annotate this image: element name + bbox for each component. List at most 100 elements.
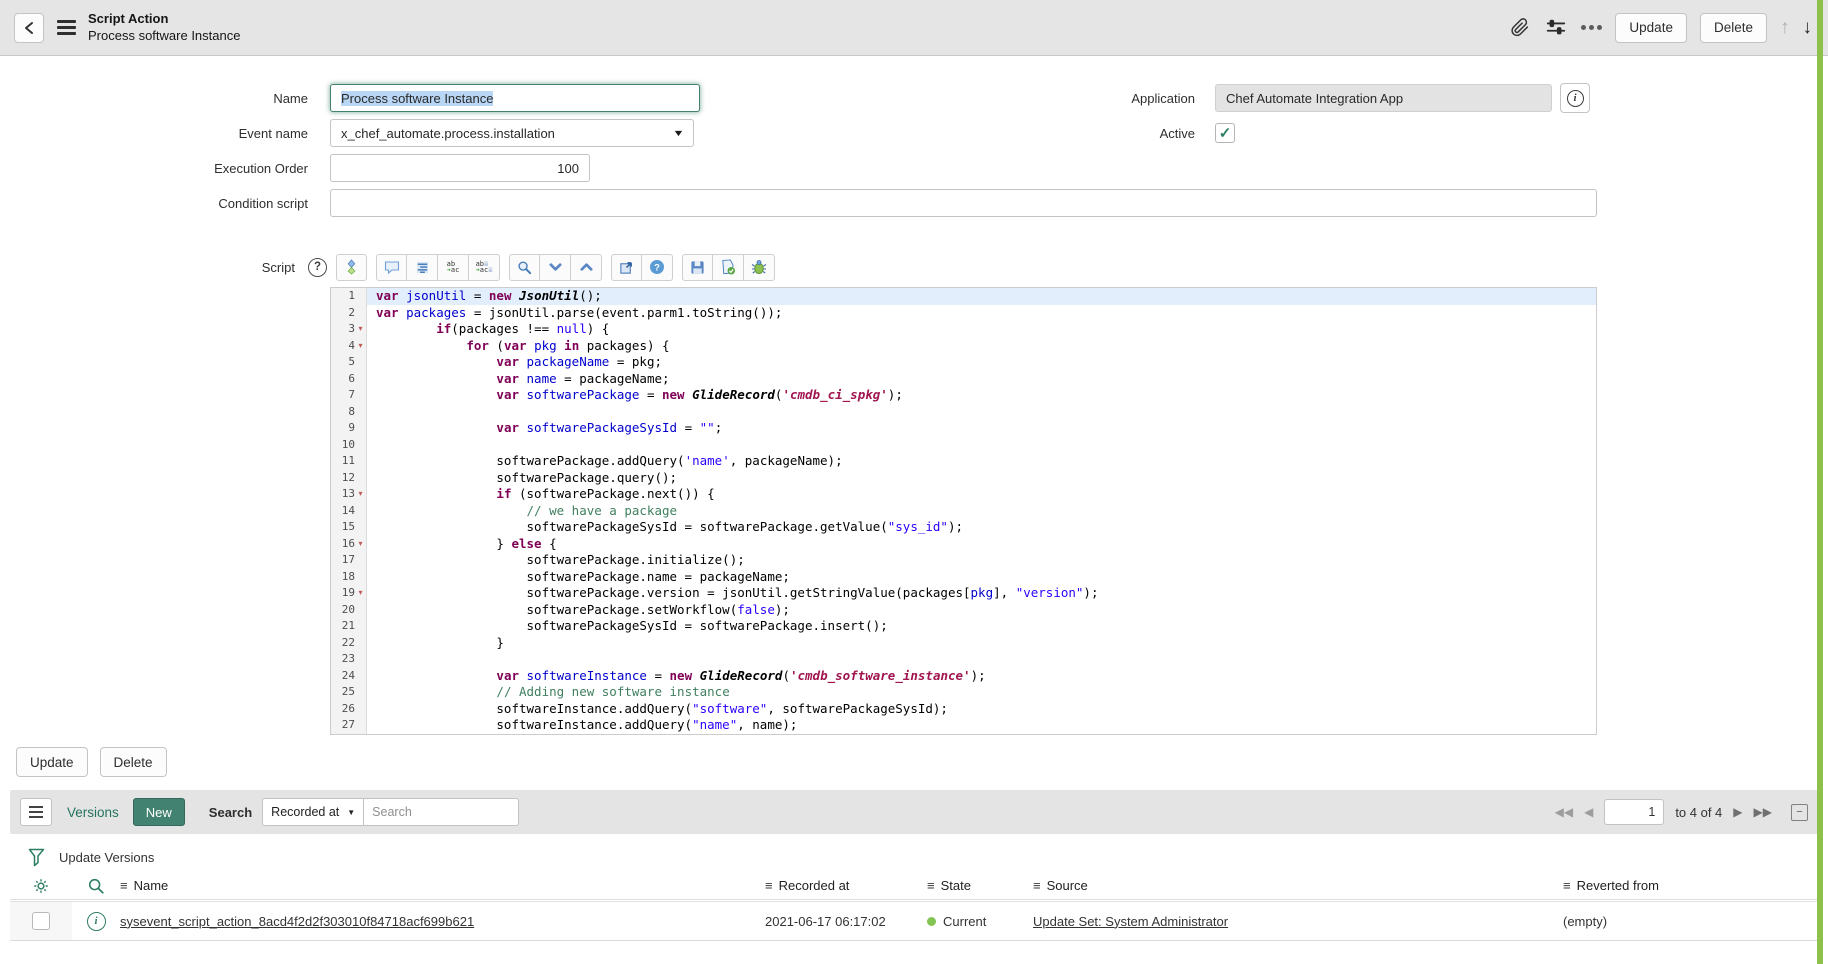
delete-button[interactable]: Delete <box>1700 13 1767 43</box>
record-name: Process software Instance <box>88 28 240 44</box>
record-title-block: Script Action Process software Instance <box>88 11 240 44</box>
column-header-recorded-at[interactable]: ≡Recorded at <box>765 878 927 893</box>
find-next-button[interactable] <box>540 254 571 281</box>
validate-script-button[interactable] <box>713 254 744 281</box>
popout-icon <box>619 260 634 275</box>
search-icon <box>87 877 105 895</box>
list-search-label: Search <box>209 805 252 820</box>
versions-table-header: ≡Name ≡Recorded at ≡State ≡Source ≡Rever… <box>10 872 1818 900</box>
version-name-link[interactable]: sysevent_script_action_8acd4f2d2f303010f… <box>120 914 765 929</box>
application-label: Application <box>1035 91 1195 106</box>
name-input[interactable]: Process software Instance <box>330 84 700 112</box>
versions-list-title[interactable]: Versions <box>67 805 119 820</box>
search-code-button[interactable] <box>509 254 540 281</box>
name-field-row: Name Process software Instance <box>0 84 700 112</box>
version-source-link[interactable]: Update Set: System Administrator <box>1033 914 1563 929</box>
script-toolbar: Script ? ab➔ac ab≣➔ac≣ <box>0 253 775 281</box>
find-previous-button[interactable] <box>571 254 602 281</box>
column-menu-icon: ≡ <box>927 878 935 893</box>
editor-help-button[interactable]: ? <box>642 254 673 281</box>
full-screen-editor-button[interactable] <box>611 254 642 281</box>
syntax-editor-icon <box>344 259 359 275</box>
active-label: Active <box>1035 126 1195 141</box>
form-footer: Update Delete <box>16 747 167 777</box>
list-pagination: ◀◀ ◀ to 4 of 4 ▶ ▶▶ − <box>1555 799 1808 825</box>
execution-order-field-row: Execution Order 100 <box>0 154 590 182</box>
format-code-button[interactable] <box>407 254 438 281</box>
replace-all-button[interactable]: ab≣➔ac≣ <box>469 254 500 281</box>
filter-funnel-icon[interactable] <box>28 848 45 867</box>
versions-list-header: Versions New Search Recorded at ▼ ◀◀ ◀ t… <box>10 790 1818 834</box>
update-button[interactable]: Update <box>1615 13 1687 43</box>
toggle-comment-button[interactable] <box>376 254 407 281</box>
debug-script-button[interactable] <box>744 254 775 281</box>
row-checkbox[interactable] <box>32 912 50 930</box>
column-header-reverted-from[interactable]: ≡Reverted from <box>1563 878 1818 893</box>
column-search-button[interactable] <box>72 877 120 895</box>
page-row-input[interactable] <box>1604 799 1664 825</box>
bug-icon <box>751 259 767 275</box>
footer-delete-button[interactable]: Delete <box>100 747 167 777</box>
context-menu-icon[interactable] <box>57 20 76 35</box>
code-lines: 1var jsonUtil = new JsonUtil();2var pack… <box>331 288 1596 734</box>
event-name-label: Event name <box>0 126 308 141</box>
personalize-form-icon[interactable] <box>1544 16 1568 40</box>
last-page-icon[interactable]: ▶▶ <box>1754 805 1772 819</box>
row-info-icon[interactable]: i <box>87 912 106 931</box>
comment-icon <box>384 260 400 275</box>
column-header-source[interactable]: ≡Source <box>1033 878 1563 893</box>
list-breadcrumb[interactable]: Update Versions <box>59 850 154 865</box>
script-help-icon[interactable]: ? <box>308 258 327 277</box>
attachment-icon[interactable] <box>1507 16 1531 40</box>
new-version-button[interactable]: New <box>133 798 185 826</box>
event-name-value: x_chef_automate.process.installation <box>341 126 555 141</box>
next-page-icon[interactable]: ▶ <box>1733 805 1742 819</box>
name-label: Name <box>0 91 308 106</box>
application-info-button[interactable]: i <box>1560 83 1590 113</box>
version-state: Current <box>927 914 1033 929</box>
active-field-row: Active ✓ <box>1035 119 1235 147</box>
next-record-icon[interactable]: ↓ <box>1803 17 1813 39</box>
event-name-select[interactable]: x_chef_automate.process.installation ▼ <box>330 119 694 147</box>
script-editor[interactable]: 1var jsonUtil = new JsonUtil();2var pack… <box>330 287 1597 735</box>
page-title: Script Action <box>88 11 240 27</box>
previous-record-icon[interactable]: ↑ <box>1780 17 1790 39</box>
syntax-editor-toggle-button[interactable] <box>336 254 367 281</box>
event-name-field-row: Event name x_chef_automate.process.insta… <box>0 119 694 147</box>
chevron-down-icon: ▼ <box>672 128 684 138</box>
replace-button[interactable]: ab➔ac <box>438 254 469 281</box>
list-personalize-button[interactable] <box>10 877 72 895</box>
minimize-list-icon[interactable]: − <box>1791 804 1808 821</box>
script-label: Script <box>0 260 295 275</box>
condition-script-input[interactable] <box>330 189 1597 217</box>
back-button[interactable] <box>14 13 44 43</box>
footer-update-button[interactable]: Update <box>16 747 88 777</box>
name-value: Process software Instance <box>341 91 493 106</box>
version-recorded-at: 2021-06-17 06:17:02 <box>765 914 927 929</box>
condition-script-field-row: Condition script <box>0 189 1597 217</box>
more-options-icon[interactable] <box>1581 25 1602 30</box>
application-input: Chef Automate Integration App <box>1215 84 1552 112</box>
search-field-select[interactable]: Recorded at ▼ <box>262 798 364 826</box>
previous-page-icon[interactable]: ◀ <box>1584 805 1593 819</box>
column-header-name[interactable]: ≡Name <box>120 878 765 893</box>
first-page-icon[interactable]: ◀◀ <box>1555 805 1573 819</box>
list-context-menu-icon[interactable] <box>20 798 52 826</box>
list-search-input[interactable] <box>364 798 519 826</box>
update-set-indicator-strip <box>1817 0 1823 964</box>
help-icon: ? <box>649 259 665 275</box>
gear-icon <box>32 877 50 895</box>
column-header-state[interactable]: ≡State <box>927 878 1033 893</box>
execution-order-label: Execution Order <box>0 161 308 176</box>
list-breadcrumb-row: Update Versions <box>10 843 154 871</box>
active-checkbox[interactable]: ✓ <box>1215 123 1235 143</box>
application-value: Chef Automate Integration App <box>1226 91 1403 106</box>
column-menu-icon: ≡ <box>120 878 128 893</box>
chevron-up-icon <box>580 262 593 272</box>
version-table-row: i sysevent_script_action_8acd4f2d2f30301… <box>10 901 1818 941</box>
svg-text:?: ? <box>654 263 660 274</box>
chevron-left-icon <box>23 21 35 35</box>
checkmark-icon: ✓ <box>1219 124 1232 142</box>
save-script-button[interactable] <box>682 254 713 281</box>
execution-order-input[interactable]: 100 <box>330 154 590 182</box>
